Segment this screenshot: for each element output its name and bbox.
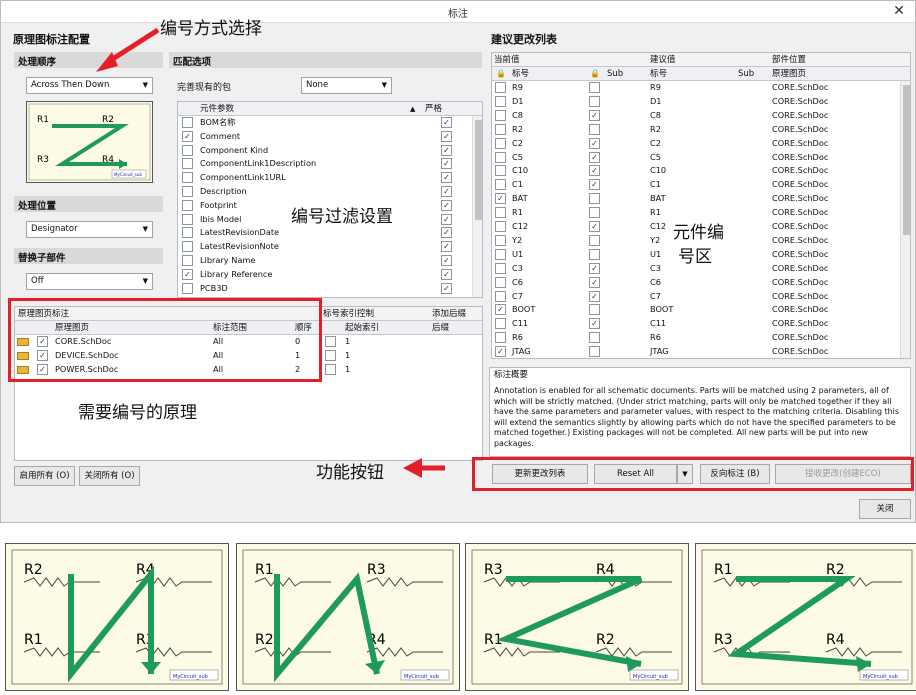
example-label: R2: [826, 562, 845, 578]
example-label: R2: [255, 632, 274, 648]
order-example-drawing: R2 R4R1 R3MyCircuit_sub: [11, 549, 223, 685]
example-label: R2: [24, 562, 43, 578]
order-example-drawing: R1 R2 R3 R4 MyCircuit_sub: [701, 549, 913, 685]
order-example-drawing: R1 R3R2 R4MyCircuit_sub: [242, 549, 454, 685]
example-brand: MyCircuit_sub: [633, 674, 668, 680]
example-label: R1: [24, 632, 43, 648]
example-label: R1: [255, 562, 274, 578]
filter-note: 编号过滤设置: [291, 207, 393, 227]
example-label: R4: [596, 562, 615, 578]
example-label: R3: [484, 562, 503, 578]
order-example: R3 R4 R1 R2 MyCircuit_sub: [465, 543, 689, 691]
example-brand: MyCircuit_sub: [863, 674, 898, 680]
annotation-arrows: [96, 27, 445, 478]
example-label: R4: [826, 632, 845, 648]
component-area-note-1: 元件编: [673, 223, 724, 243]
order-example: R2 R4 R1 R3 MyCircuit_sub: [5, 543, 229, 691]
order-example: R1 R2 R3 R4 MyCircuit_sub: [695, 543, 916, 691]
example-label: R3: [367, 562, 386, 578]
example-brand: MyCircuit_sub: [173, 674, 208, 680]
order-example: R1 R3 R2 R4 MyCircuit_sub: [236, 543, 460, 691]
example-label: R2: [596, 632, 615, 648]
example-label: R1: [714, 562, 733, 578]
component-area-note-2: 号区: [678, 247, 712, 267]
order-method-note: 编号方式选择: [160, 19, 262, 39]
function-buttons-note: 功能按钮: [316, 463, 384, 483]
example-label: R3: [714, 632, 733, 648]
example-brand: MyCircuit_sub: [404, 674, 439, 680]
sheets-note: 需要编号的原理: [78, 403, 197, 423]
order-example-drawing: R3 R4R1 R2MyCircuit_sub: [471, 549, 683, 685]
